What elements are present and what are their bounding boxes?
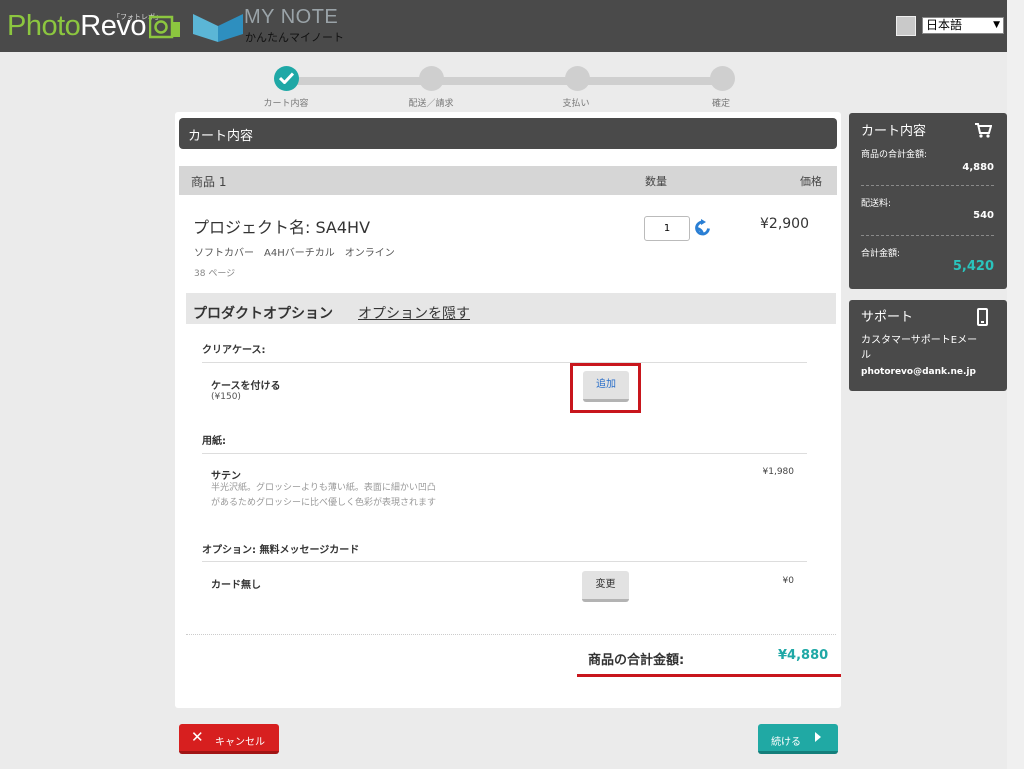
divider [202, 362, 807, 363]
sidebar-shipping-label: 配送料: [861, 199, 892, 209]
cancel-button-label: キャンセル [215, 737, 265, 748]
item-price: ¥2,900 [760, 216, 809, 232]
cart-card [175, 112, 841, 708]
paper-section-label: 用紙: [202, 436, 226, 447]
step-dot-cart [274, 66, 299, 91]
sidebar-support-title: サポート [861, 310, 914, 325]
language-value: 日本語 [926, 18, 963, 32]
paper-option-desc-1: 半光沢紙。グロッシーよりも薄い紙。表面に細かい凹凸 [211, 483, 436, 493]
clear-case-section-label: クリアケース: [202, 345, 266, 356]
top-header: PhotoRevo 「フォトレボ」 MY NOTE かんたんマイノート 日本語 ▼ [0, 0, 1007, 52]
support-email-link[interactable]: photorevo@dank.ne.jp [861, 367, 976, 377]
step-label-payment: 支払い [562, 99, 590, 109]
subtotal-label: 商品の合計金額: [588, 653, 685, 668]
message-card-price: ¥0 [782, 576, 794, 586]
clear-case-option-name: ケースを付ける [211, 381, 281, 392]
step-dot-payment [565, 66, 590, 91]
continue-button[interactable]: 続ける [758, 724, 838, 754]
sidebar-subtotal-label: 商品の合計金額: [861, 150, 928, 160]
close-icon: ✕ [191, 728, 204, 746]
divider [202, 561, 807, 562]
paper-option-desc-2: があるためグロッシーに比べ優しく色彩が表現されます [211, 498, 437, 508]
step-label-shipping: 配送／請求 [408, 99, 454, 109]
sidebar-subtotal-value: 4,880 [962, 162, 994, 173]
mynote-title: MY NOTE [244, 6, 339, 28]
dashed-divider [861, 185, 994, 186]
clear-case-option-price: (¥150) [211, 392, 241, 402]
project-spec: ソフトカバー A4Hバーチカル オンライン [194, 248, 395, 259]
continue-button-label: 続ける [771, 737, 801, 748]
globe-icon [896, 16, 916, 36]
cancel-button[interactable]: ✕ キャンセル [179, 724, 279, 754]
cart-title: カート内容 [188, 129, 254, 144]
refresh-icon[interactable] [694, 219, 711, 238]
cart-icon [975, 123, 992, 138]
sidebar-cart-summary: カート内容 商品の合計金額: 4,880 配送料: 540 合計金額: 5,42… [849, 113, 1007, 289]
step-dot-shipping [419, 66, 444, 91]
divider [202, 453, 807, 454]
project-name: プロジェクト名: SA4HV [193, 218, 371, 237]
phone-icon [977, 308, 988, 326]
camera-logo-icon [149, 15, 180, 39]
step-label-confirm: 確定 [711, 99, 730, 109]
quantity-input[interactable]: 1 [644, 216, 690, 241]
highlight-box [570, 363, 641, 413]
language-select[interactable]: 日本語 ▼ [922, 17, 1004, 34]
highlight-underline [577, 674, 841, 677]
checkmark-icon [279, 72, 294, 84]
page-scrollbar[interactable] [1007, 0, 1024, 769]
col-price-label: 価格 [800, 175, 822, 188]
sidebar-total-label: 合計金額: [861, 249, 901, 259]
sidebar-total-value: 5,420 [952, 259, 994, 274]
change-card-button[interactable]: 変更 [582, 571, 629, 602]
step-label-cart: カート内容 [263, 99, 309, 109]
sidebar-support: サポート カスタマーサポートEメール photorevo@dank.ne.jp [849, 300, 1007, 391]
hide-options-link[interactable]: オプションを隠す [358, 303, 470, 323]
sidebar-shipping-value: 540 [973, 210, 994, 221]
cart-title-bar: カート内容 [179, 118, 837, 149]
progress-track [286, 77, 722, 85]
subtotal-value: ¥4,880 [778, 648, 829, 663]
paper-option-name: サテン [211, 471, 241, 482]
dashed-divider [861, 235, 994, 236]
message-card-section-label: オプション: 無料メッセージカード [202, 545, 360, 556]
options-title: プロダクトオプション [193, 306, 333, 322]
dotted-divider [186, 634, 836, 635]
mynote-subtitle: かんたんマイノート [245, 31, 344, 44]
col-qty-label: 数量 [645, 175, 667, 188]
step-dot-confirm [710, 66, 735, 91]
logo-text-photo: Photo [7, 10, 81, 42]
col-item-label: 商品 1 [191, 175, 227, 189]
sidebar-cart-title: カート内容 [861, 124, 927, 139]
chevron-right-icon [815, 732, 821, 742]
item-header: 商品 1 数量 価格 [179, 166, 837, 195]
mynote-logo-icon [193, 14, 243, 42]
project-pages: 38 ページ [194, 269, 236, 279]
paper-option-price: ¥1,980 [762, 467, 795, 477]
chevron-down-icon: ▼ [993, 20, 1000, 30]
message-card-option-name: カード無し [211, 580, 261, 591]
support-description: カスタマーサポートEメール [861, 335, 978, 361]
